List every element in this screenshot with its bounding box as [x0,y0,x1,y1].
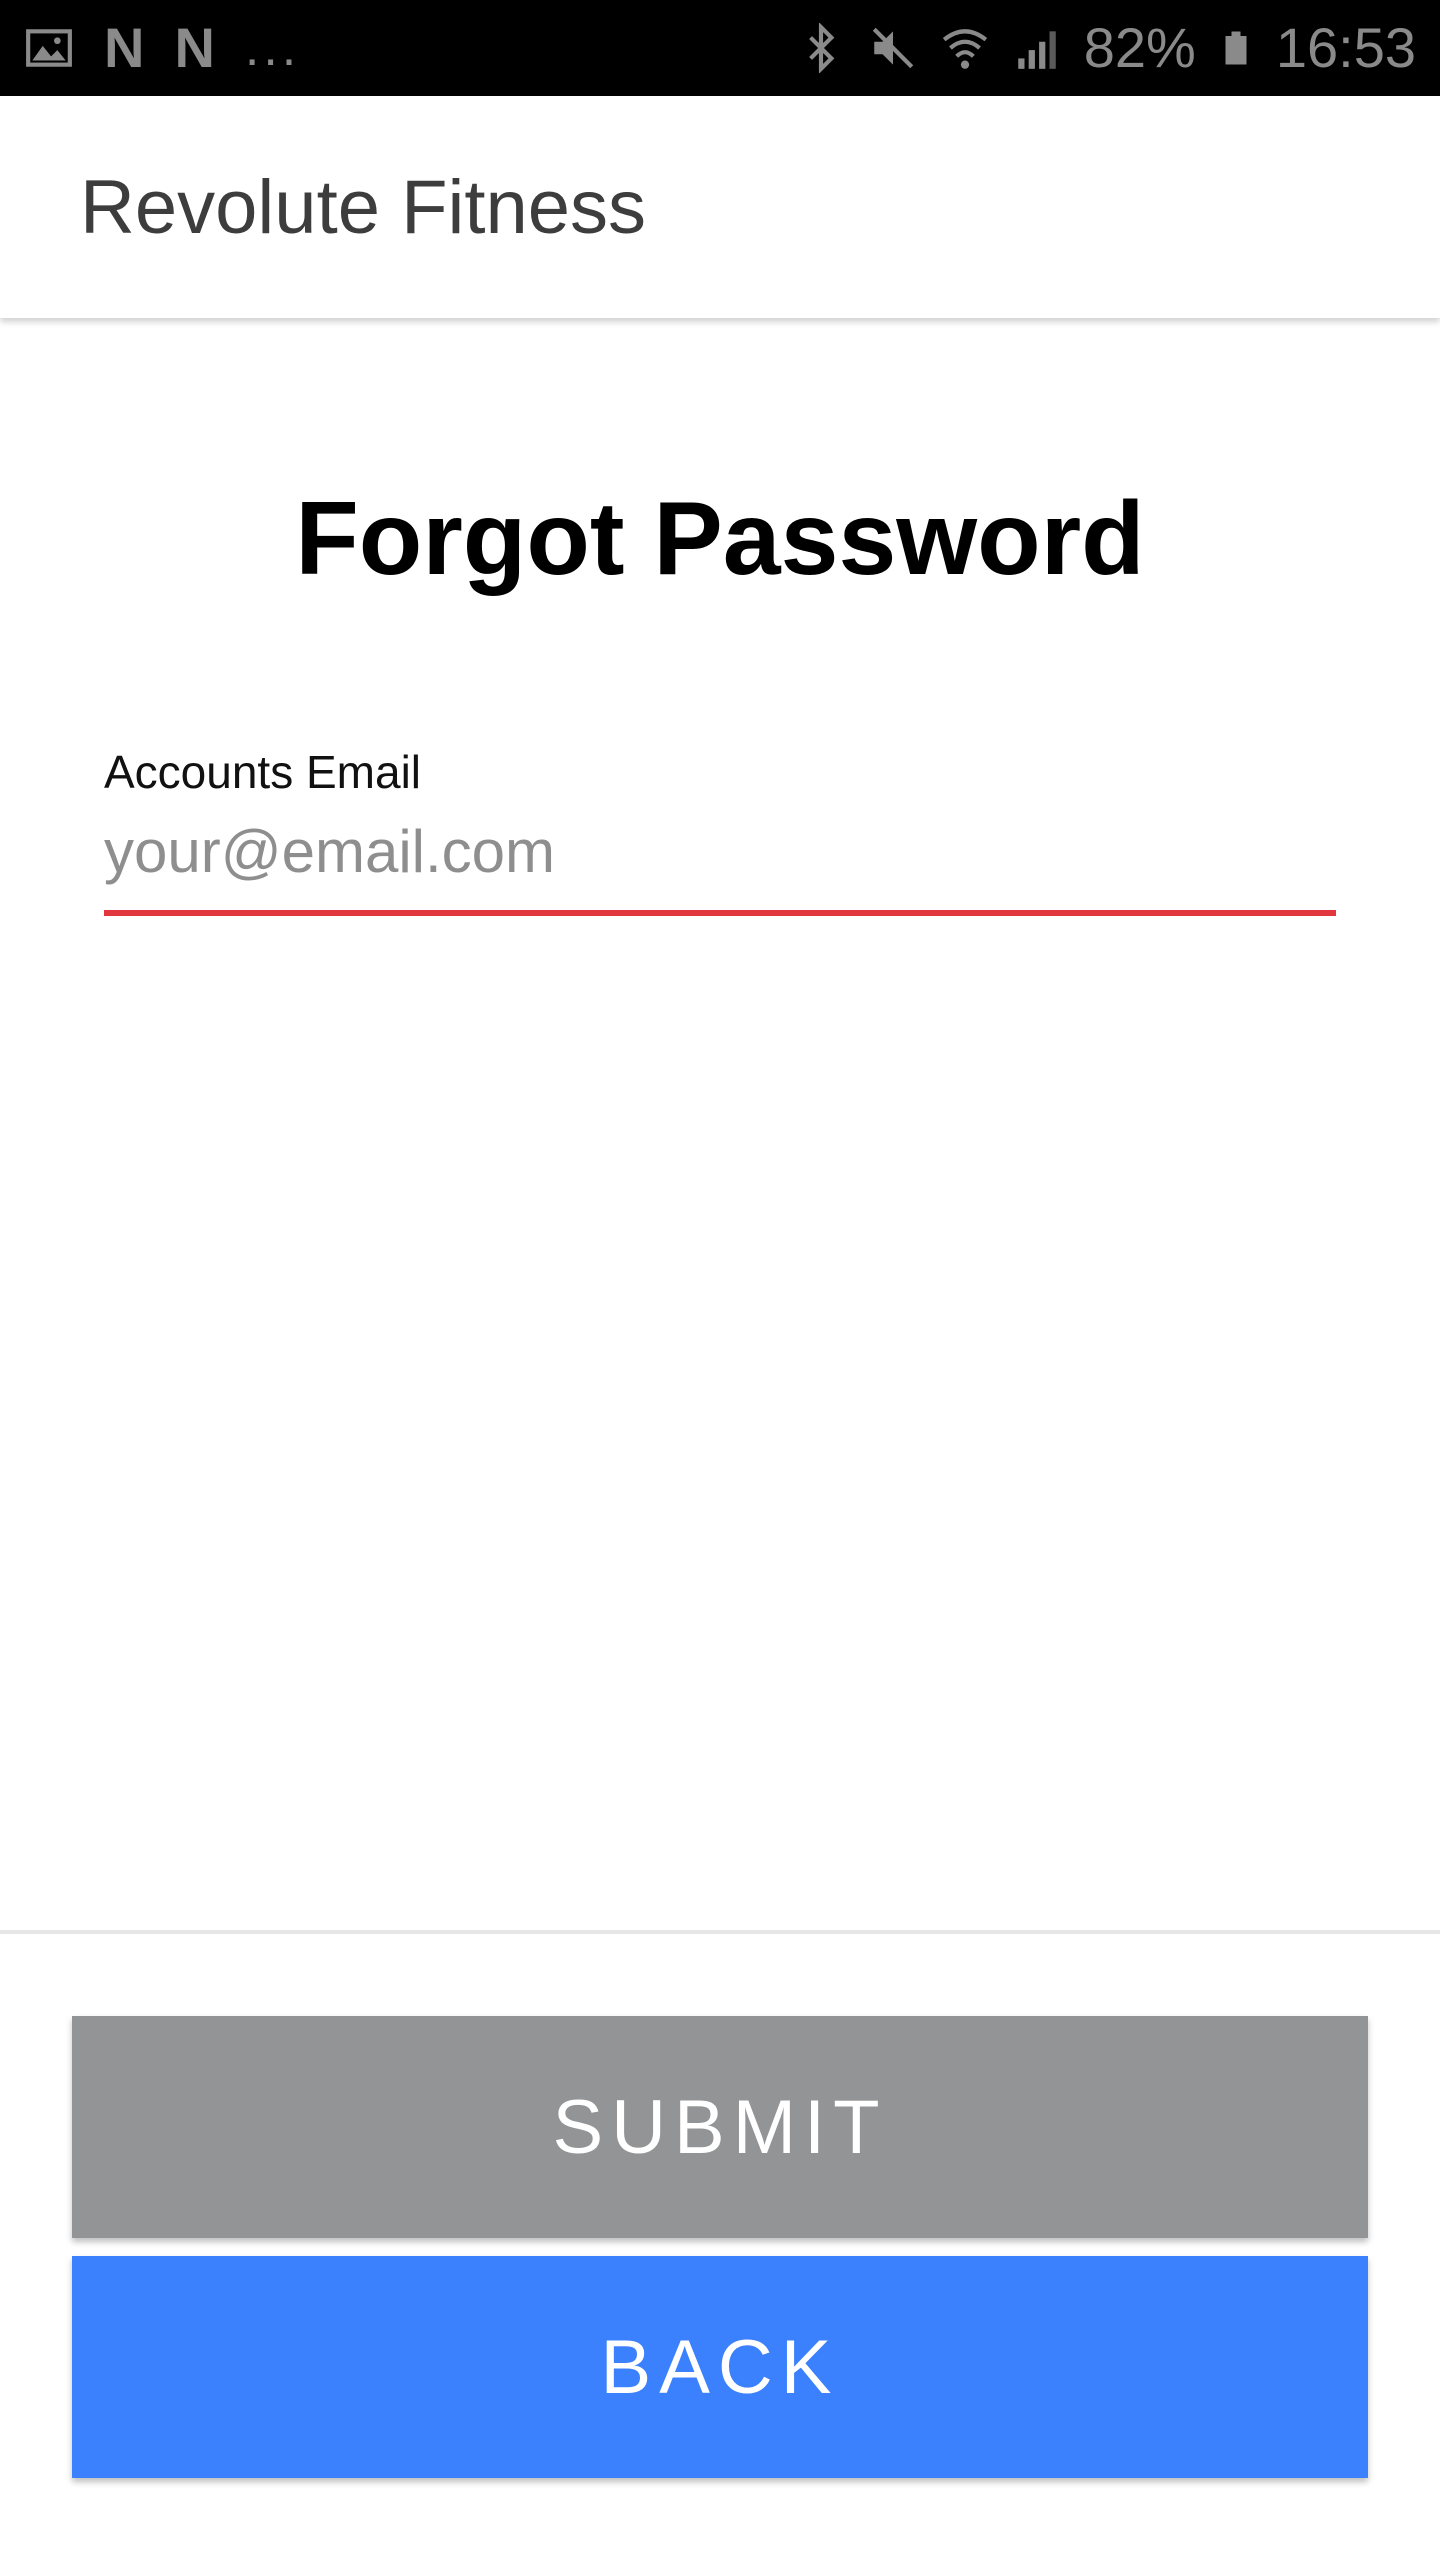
image-icon [26,29,72,67]
back-button[interactable]: BACK [72,2256,1368,2478]
email-field[interactable] [104,817,1336,916]
email-field-label: Accounts Email [104,746,422,798]
bluetooth-icon [808,23,835,73]
status-bar-right: 82% 16:53 [774,20,1416,76]
clock: 16:53 [1275,16,1416,79]
wifi-icon [942,29,987,69]
signal-icon [1018,31,1056,69]
battery-icon [1225,31,1247,65]
bottom-divider [0,1930,1440,1934]
overflow-dots: ... [244,19,301,77]
status-bar-left: N N ... [24,20,330,76]
app-bar: Revolute Fitness [0,96,1440,318]
n-notification-icon: N [174,16,215,79]
email-field-group: Accounts Email [104,745,1336,916]
page: N N ... 82% 16:53 Revolute Fitness Forgo… [0,0,1440,2560]
mute-icon [872,27,913,69]
status-bar: N N ... 82% 16:53 [0,0,1440,96]
submit-button[interactable]: SUBMIT [72,2016,1368,2238]
n-notification-icon: N [104,16,145,79]
app-title: Revolute Fitness [80,164,647,250]
battery-percent: 82% [1083,16,1196,79]
page-title: Forgot Password [295,481,1145,597]
